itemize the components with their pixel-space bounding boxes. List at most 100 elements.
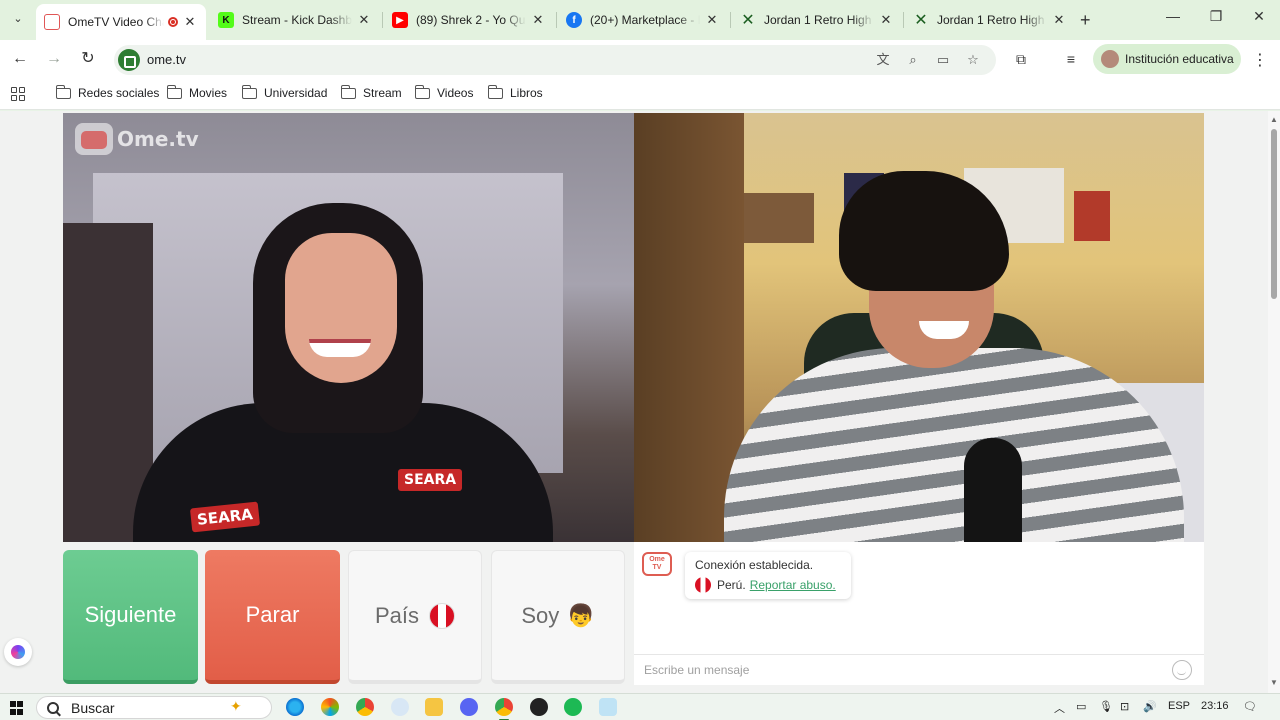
tab-search-button[interactable]: ⌄ — [8, 8, 28, 28]
tab-title: Jordan 1 Retro High OG — [937, 13, 1047, 27]
minimize-icon[interactable]: — — [1153, 8, 1193, 24]
youtube-icon: ▶ — [392, 12, 408, 28]
report-abuse-link[interactable]: Reportar abuso. — [750, 578, 836, 592]
file-explorer-icon[interactable] — [425, 698, 443, 716]
notifications-icon[interactable]: 🗨 — [1243, 700, 1257, 713]
obs-icon[interactable] — [530, 698, 548, 716]
x-logo-icon: ✕ — [914, 12, 928, 29]
chrome-icon[interactable] — [356, 698, 374, 716]
tab-jordan-2[interactable]: ✕ Jordan 1 Retro High OG ✕ — [905, 6, 1075, 34]
taskbar: Buscar ✦ ︿ ▭ 🎙 ⊡ 🔊 ESP 23:16 🗨 — [0, 693, 1280, 720]
bookmark-folder[interactable]: Stream — [340, 84, 402, 100]
country-label: País — [374, 602, 420, 628]
profile-button[interactable]: Institución educativa — [1093, 44, 1241, 74]
apps-grid-icon[interactable] — [11, 87, 25, 101]
folder-icon — [166, 84, 182, 99]
recording-icon — [168, 17, 178, 27]
back-button[interactable]: ← — [9, 49, 31, 71]
app-icon[interactable] — [391, 698, 409, 716]
connection-status: Conexión establecida. — [695, 558, 814, 572]
tab-youtube[interactable]: ▶ (89) Shrek 2 - Yo Quiero ✕ — [384, 6, 554, 34]
ometv-icon — [44, 14, 60, 30]
discord-icon[interactable] — [460, 698, 478, 716]
message-input[interactable]: Escribe un mensaje — [634, 654, 1204, 685]
bookmark-folder[interactable]: Universidad — [241, 84, 328, 100]
close-icon[interactable]: ✕ — [1051, 12, 1067, 28]
media-control-icon[interactable]: ≡ — [1061, 50, 1081, 70]
close-icon[interactable]: ✕ — [530, 12, 546, 28]
translate-icon[interactable]: 文 — [874, 51, 892, 69]
tab-divider — [382, 12, 383, 28]
microphone-icon[interactable]: 🎙 — [1099, 700, 1113, 713]
window-close-icon[interactable]: ✕ — [1239, 8, 1279, 25]
bookmark-label: Libros — [510, 86, 543, 100]
menu-kebab-icon[interactable]: ⋮ — [1252, 50, 1268, 70]
folder-icon — [340, 84, 356, 99]
stop-button[interactable]: Parar — [205, 550, 340, 684]
spotify-icon[interactable] — [564, 698, 582, 716]
restore-icon[interactable]: ❐ — [1196, 8, 1236, 25]
close-icon[interactable]: ✕ — [356, 12, 372, 28]
extensions-icon[interactable]: ⧉ — [1011, 50, 1031, 70]
tab-facebook[interactable]: f (20+) Marketplace - Facebook ✕ — [558, 6, 728, 34]
country-filter-button[interactable]: País — [348, 550, 482, 684]
tab-title: (20+) Marketplace - Facebook — [590, 13, 700, 27]
tab-jordan-1[interactable]: ✕ Jordan 1 Retro High OG ✕ — [732, 6, 902, 34]
bookmark-folder[interactable]: Movies — [166, 84, 228, 100]
bookmark-label: Stream — [363, 86, 402, 100]
edge-icon[interactable] — [286, 698, 304, 716]
site-info-icon[interactable] — [118, 49, 140, 71]
bookmark-folder[interactable]: Videos — [414, 84, 473, 100]
bookmark-label: Movies — [189, 86, 228, 100]
chrome-active-icon[interactable] — [495, 698, 513, 720]
shirt-logo: SEARA — [398, 469, 463, 491]
copilot-sparkle-icon[interactable]: ✦ — [230, 698, 242, 715]
close-icon[interactable]: ✕ — [182, 14, 198, 30]
network-icon[interactable]: ⊡ — [1120, 700, 1129, 713]
url-text[interactable]: ome.tv — [147, 52, 186, 67]
boy-icon: 👦 — [567, 602, 595, 628]
wardrobe — [634, 113, 744, 542]
scroll-down-icon[interactable]: ▼ — [1270, 679, 1278, 687]
clock[interactable]: 23:16 — [1201, 700, 1229, 712]
tab-ometv[interactable]: OmeTV Video Chat ✕ — [36, 4, 206, 40]
cast-icon[interactable]: ▭ — [934, 51, 952, 69]
gender-label: Soy — [521, 602, 560, 628]
address-bar[interactable]: ome.tv 文 ⌕ ▭ ☆ — [114, 45, 996, 75]
assistant-widget-icon[interactable] — [4, 638, 32, 666]
bookmark-folder[interactable]: Libros — [487, 84, 543, 100]
scroll-thumb[interactable] — [1271, 129, 1277, 299]
bookmark-label: Universidad — [264, 86, 328, 100]
windows-start-icon[interactable] — [10, 701, 24, 715]
volume-icon[interactable]: 🔊 — [1143, 700, 1157, 713]
zoom-icon[interactable]: ⌕ — [904, 51, 922, 69]
tab-title: Stream - Kick Dashboard — [242, 13, 352, 27]
chat-panel: Conexión establecida. Perú. Reportar abu… — [634, 542, 1204, 685]
stranger-video: SEARA SEARA Ome.tv — [63, 113, 634, 542]
tab-title: Jordan 1 Retro High OG — [764, 13, 874, 27]
tray-overflow-icon[interactable]: ︿ — [1054, 700, 1065, 716]
copilot-icon[interactable] — [321, 698, 339, 716]
emoji-icon[interactable] — [1172, 660, 1192, 680]
gender-button[interactable]: Soy 👦 — [491, 550, 625, 684]
tab-kick[interactable]: K Stream - Kick Dashboard ✕ — [210, 6, 380, 34]
new-tab-button[interactable]: + — [1080, 10, 1091, 31]
bookmark-star-icon[interactable]: ☆ — [964, 51, 982, 69]
close-icon[interactable]: ✕ — [704, 12, 720, 28]
close-icon[interactable]: ✕ — [878, 12, 894, 28]
next-button[interactable]: Siguiente — [63, 550, 198, 684]
notepad-icon[interactable] — [599, 698, 617, 716]
language-indicator[interactable]: ESP — [1168, 700, 1190, 712]
battery-icon[interactable]: ▭ — [1076, 700, 1086, 713]
tab-strip: ⌄ OmeTV Video Chat ✕ K Stream - Kick Das… — [0, 0, 1280, 40]
tab-divider — [903, 12, 904, 28]
forward-button[interactable]: → — [43, 49, 65, 71]
page-scrollbar[interactable]: ▲ ▼ — [1268, 111, 1280, 693]
peru-flag-icon — [695, 577, 711, 593]
reload-button[interactable]: ↻ — [77, 49, 99, 71]
scroll-up-icon[interactable]: ▲ — [1270, 116, 1278, 124]
bookmark-folder[interactable]: Redes sociales — [55, 84, 160, 100]
self-video — [634, 113, 1204, 542]
bookmark-label: Redes sociales — [78, 86, 160, 100]
ometv-logo: Ome.tv — [75, 123, 199, 155]
